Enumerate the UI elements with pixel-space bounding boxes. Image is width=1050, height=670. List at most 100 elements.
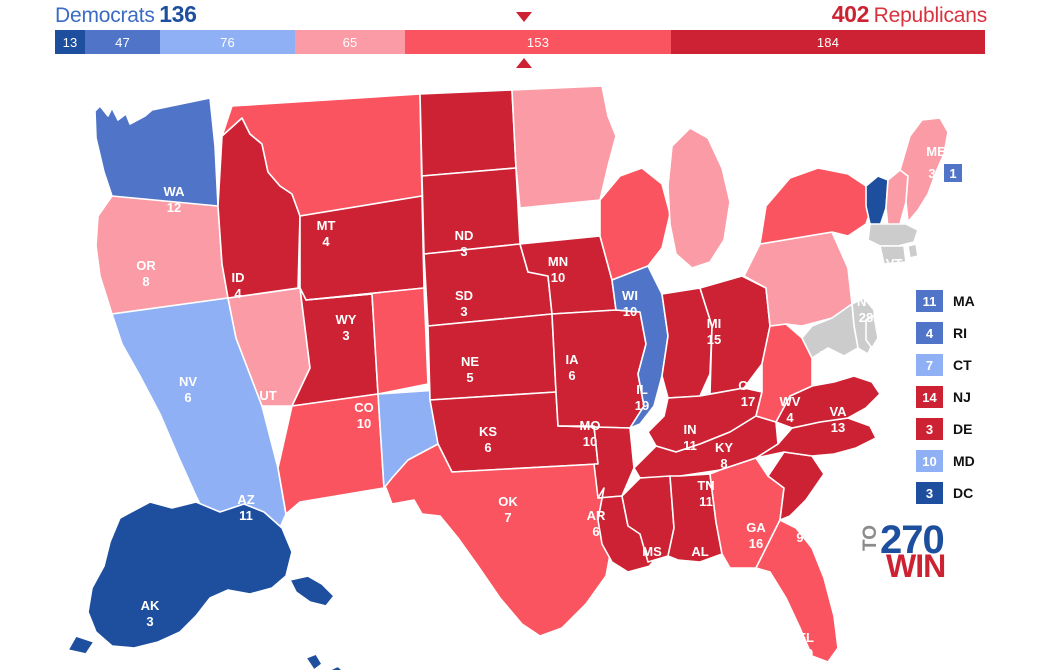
logo-270towin[interactable]: 270 TO WIN [860, 518, 966, 584]
republicans-count: 402 [831, 1, 870, 27]
majority-marker-top-icon [516, 12, 532, 22]
legend-item-md[interactable]: 10 MD [916, 450, 1036, 472]
state-ev-mn: 10 [551, 270, 565, 285]
state-label-ny: NY [857, 294, 875, 309]
state-ev-al: 9 [696, 560, 703, 575]
state-label-me: ME [926, 144, 946, 159]
state-label-nd: ND [455, 228, 474, 243]
democrat-total: Democrats 136 [55, 1, 197, 28]
state-mi[interactable] [667, 127, 731, 269]
state-label-in: IN [684, 422, 697, 437]
state-hi[interactable] [305, 653, 372, 670]
state-label-ga: GA [746, 520, 766, 535]
state-label-mi: MI [707, 316, 721, 331]
legend-item-nj[interactable]: 14 NJ [916, 386, 1036, 408]
state-ev-nc: 16 [833, 486, 847, 501]
state-ev-ne: 5 [466, 370, 473, 385]
state-wi[interactable] [599, 167, 671, 281]
state-label-nc: NC [831, 470, 850, 485]
state-label-ca: CA [101, 402, 120, 417]
state-ev-co: 10 [357, 416, 371, 431]
state-label-wi: WI [622, 288, 638, 303]
state-or[interactable] [95, 195, 229, 315]
state-ev-nm: 5 [348, 516, 355, 531]
electoral-vote-bar[interactable]: 13 47 76 65 153 184 [55, 30, 985, 54]
state-ks[interactable] [427, 313, 557, 401]
legend-ev-box: 10 [916, 450, 943, 472]
state-ev-ca: 54 [103, 418, 118, 433]
state-label-ia: IA [566, 352, 580, 367]
state-ma[interactable] [867, 223, 919, 247]
state-ev-mo: 10 [583, 434, 597, 449]
bar-segment-value: 153 [526, 34, 550, 50]
state-label-mt: MT [317, 218, 336, 233]
legend-item-ma[interactable]: 11 MA [916, 290, 1036, 312]
state-label-il: IL [636, 382, 648, 397]
state-label-az: AZ [237, 492, 254, 507]
legend-item-ri[interactable]: 4 RI [916, 322, 1036, 344]
state-label-wv: WV [780, 394, 801, 409]
bar-segment-dem-strong[interactable]: 47 [85, 30, 160, 54]
state-ev-ny: 28 [859, 310, 873, 325]
state-vt[interactable] [865, 175, 889, 227]
legend-item-de[interactable]: 3 DE [916, 418, 1036, 440]
legend-state-abbr: NJ [953, 389, 971, 405]
state-label-tx: TX [462, 576, 479, 591]
state-mo[interactable] [551, 309, 647, 429]
bar-segment-rep-strong[interactable]: 153 [405, 30, 671, 54]
state-ak[interactable] [67, 501, 335, 655]
electoral-map-page: Democrats 136 402 Republicans 13 47 76 65 15… [0, 0, 1050, 670]
state-ev-me: 3 [928, 166, 935, 181]
democrats-count: 136 [159, 1, 197, 27]
state-label-sd: SD [455, 288, 473, 303]
state-ev-fl: 30 [799, 646, 813, 661]
legend-state-abbr: MD [953, 453, 975, 469]
state-ev-id: 4 [234, 286, 242, 301]
bar-segment-dem-solid[interactable]: 13 [55, 30, 85, 54]
state-ev-wi: 10 [623, 304, 637, 319]
state-ev-wv: 4 [786, 410, 794, 425]
state-ny[interactable] [759, 167, 873, 245]
legend-ev-box: 4 [916, 322, 943, 344]
state-label-ne: NE [461, 354, 479, 369]
bar-segment-rep-solid[interactable]: 184 [671, 30, 985, 54]
state-nh[interactable] [885, 169, 909, 229]
legend-state-abbr: MA [953, 293, 975, 309]
logo-win: WIN [886, 548, 946, 584]
state-label-nh: NH [907, 276, 926, 291]
state-ev-nv: 6 [184, 390, 191, 405]
legend-ev-box: 14 [916, 386, 943, 408]
state-tx[interactable] [383, 443, 613, 637]
legend-item-ct[interactable]: 7 CT [916, 354, 1036, 376]
legend-ev-box: 3 [916, 418, 943, 440]
state-ev-oh: 17 [741, 394, 755, 409]
legend-state-abbr: CT [953, 357, 972, 373]
state-ev-sc: 9 [796, 530, 803, 545]
state-label-sc: SC [791, 514, 810, 529]
state-ev-sd: 3 [460, 304, 467, 319]
bar-segment-rep-lean[interactable]: 65 [295, 30, 405, 54]
legend-item-dc[interactable]: 3 DC [916, 482, 1036, 504]
state-label-ks: KS [479, 424, 497, 439]
small-states-legend: 11 MA 4 RI 7 CT 14 NJ 3 DE 10 MD 3 DC [916, 290, 1036, 514]
legend-ev-box: 7 [916, 354, 943, 376]
state-ev-ia: 6 [568, 368, 575, 383]
state-ev-ut: 6 [264, 404, 271, 419]
state-label-ok: OK [498, 494, 518, 509]
state-label-nv: NV [179, 374, 197, 389]
republican-total: 402 Republicans [831, 1, 988, 28]
state-me[interactable] [899, 117, 949, 223]
state-ev-la: 8 [620, 608, 627, 623]
republicans-label: Republicans [873, 4, 988, 27]
state-ev-ks: 6 [484, 440, 491, 455]
state-label-oh: OH [738, 378, 758, 393]
state-ev-tx: 40 [463, 592, 477, 607]
state-ev-mi: 15 [707, 332, 721, 347]
state-ev-mt: 4 [322, 234, 330, 249]
state-ev-ak: 3 [146, 614, 153, 629]
bar-segment-dem-lean[interactable]: 76 [160, 30, 295, 54]
state-nd[interactable] [419, 89, 517, 177]
state-mn[interactable] [511, 85, 617, 209]
state-ri[interactable] [907, 243, 919, 259]
legend-ev-box: 3 [916, 482, 943, 504]
